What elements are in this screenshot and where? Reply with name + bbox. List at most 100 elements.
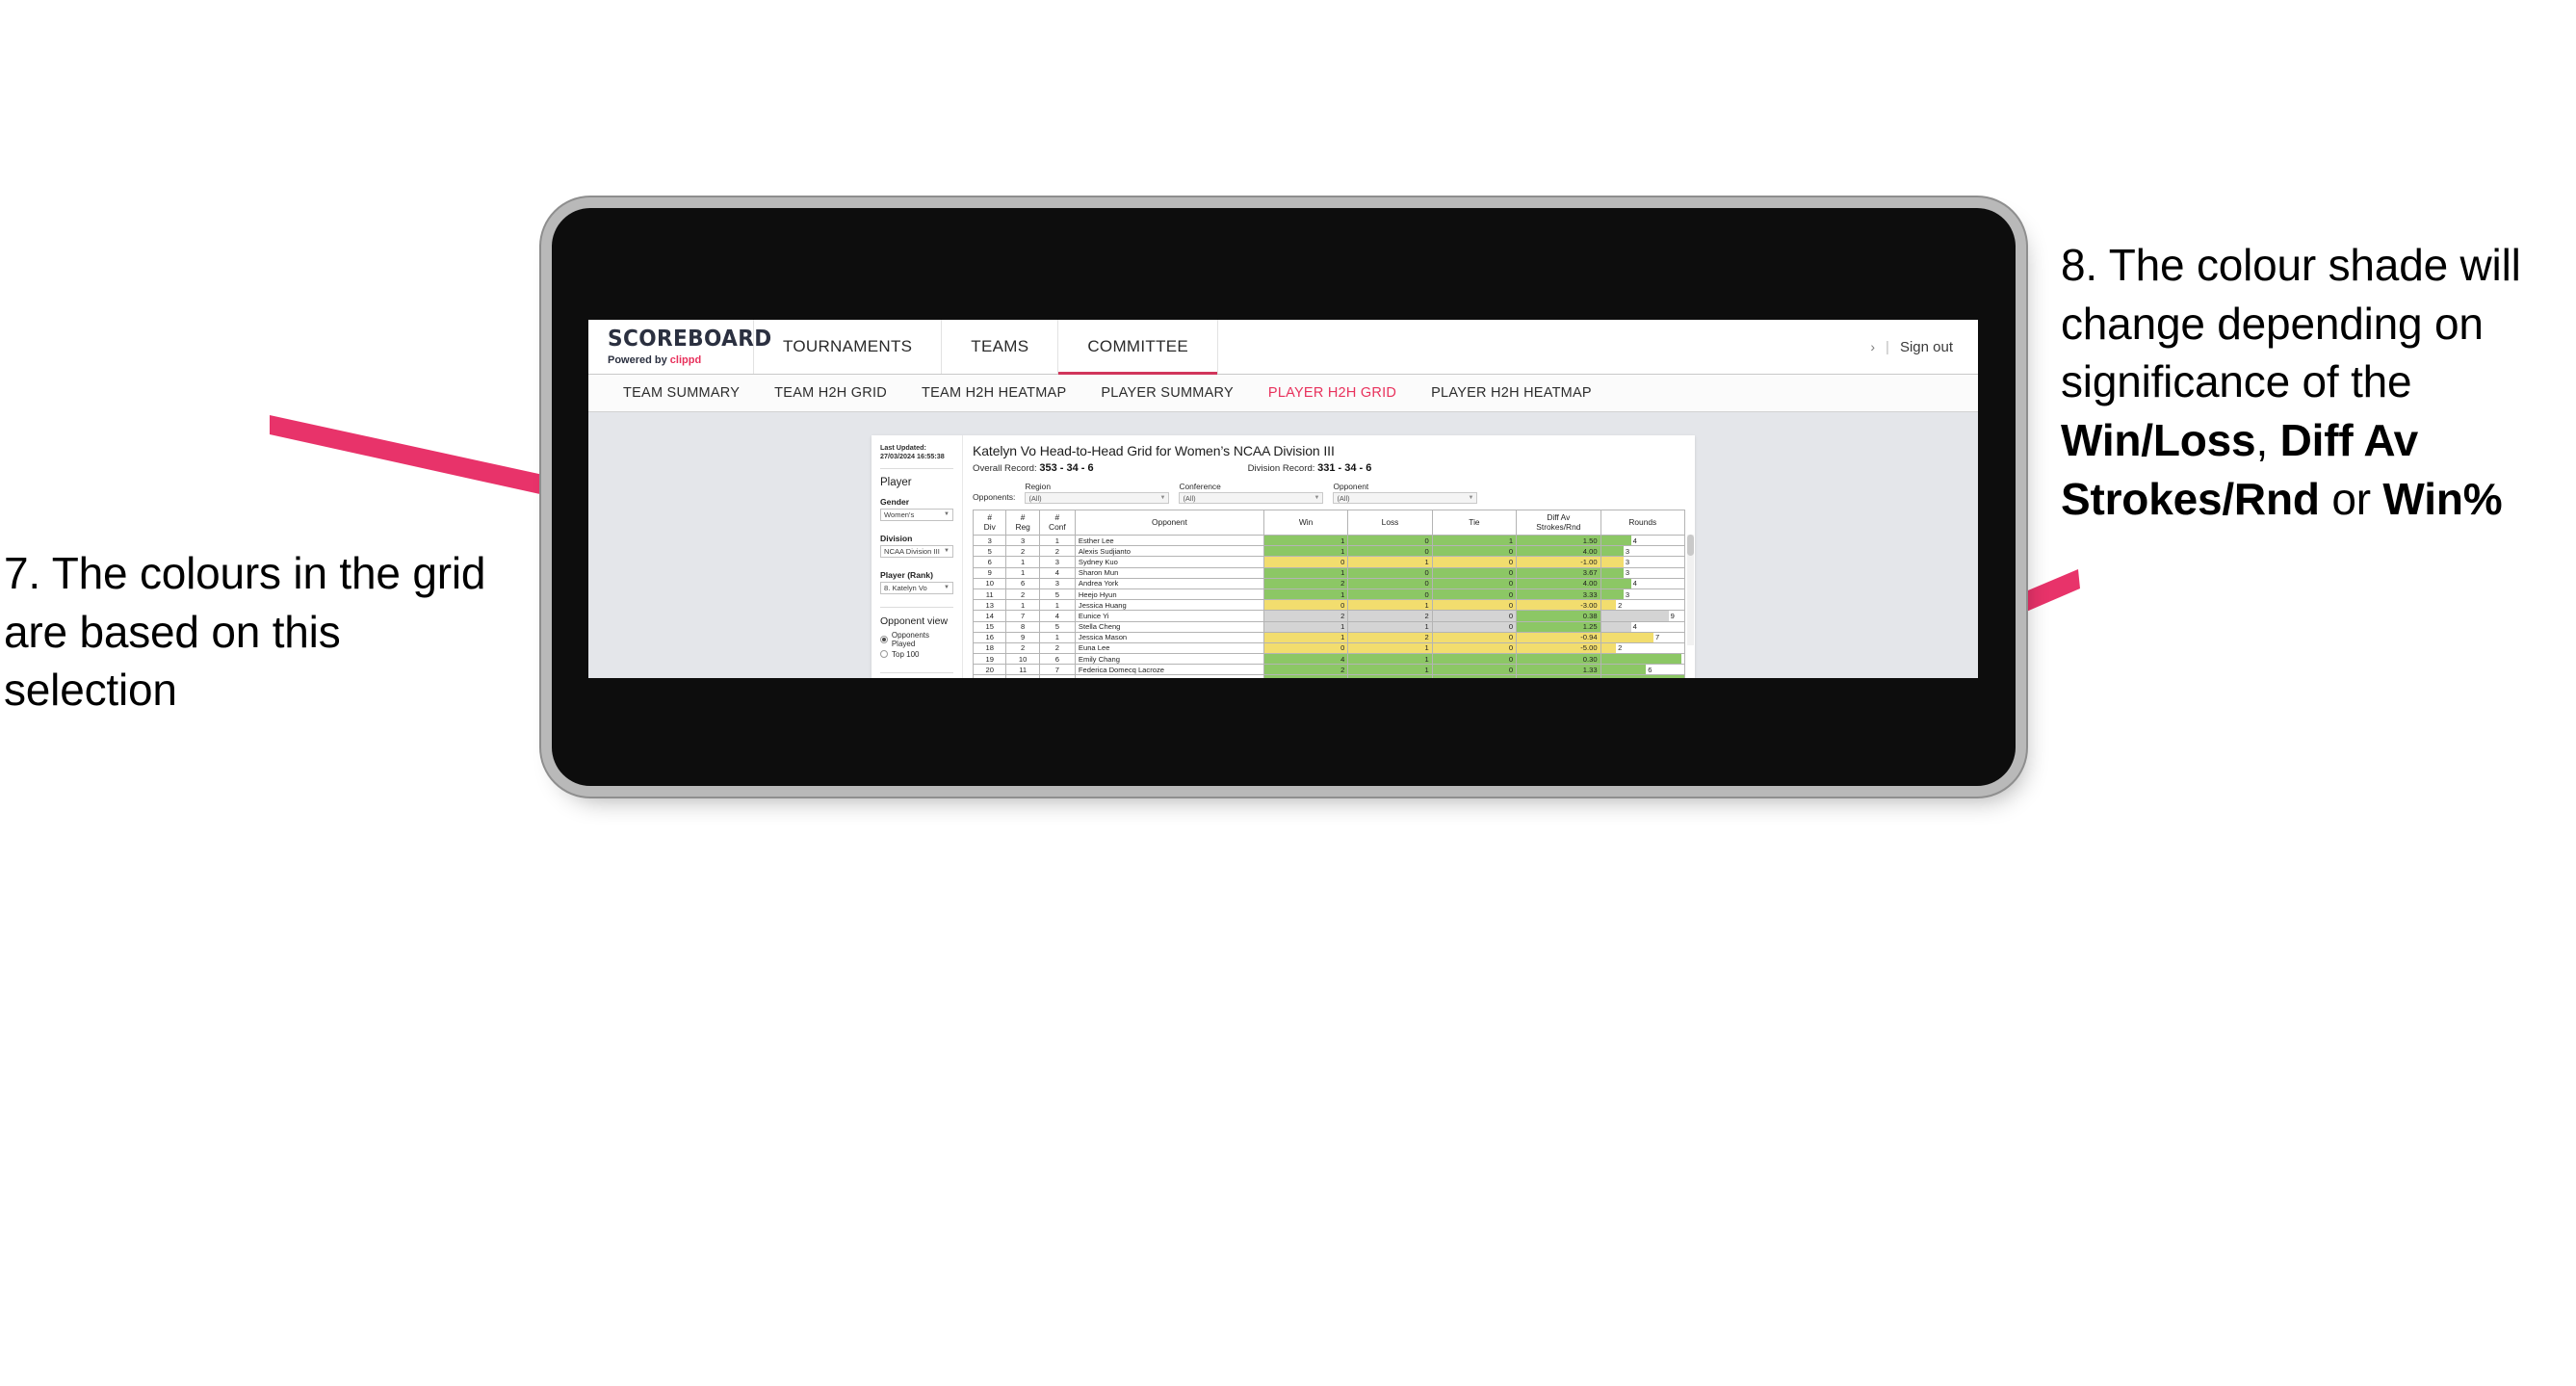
radio-top-100[interactable]: Top 100 xyxy=(880,650,953,659)
table-row[interactable]: 15 8 5 Stella Cheng 1 1 0 1.25 4 xyxy=(972,620,1686,633)
table-row[interactable]: 9 1 4 Sharon Mun 1 0 0 3.67 3 xyxy=(972,566,1686,579)
col-rounds[interactable]: Rounds xyxy=(1600,510,1686,536)
table-row[interactable]: 5 2 2 Alexis Sudjianto 1 0 0 4.00 3 xyxy=(972,545,1686,558)
chevron-down-icon: ▼ xyxy=(1314,495,1320,501)
cell-tie: 0 xyxy=(1431,588,1518,601)
brand-subtitle: Powered by clippd xyxy=(608,354,753,366)
cell-conf: 4 xyxy=(1038,566,1076,579)
division-select[interactable]: NCAA Division III ▼ xyxy=(880,544,953,558)
cell-conf: 4 xyxy=(1038,610,1076,622)
cell-div: 11 xyxy=(972,588,1007,601)
tab-player-h2h-heatmap[interactable]: PLAYER H2H HEATMAP xyxy=(1414,385,1609,401)
cell-win: 1 xyxy=(1262,588,1349,601)
col-loss[interactable]: Loss xyxy=(1347,510,1433,536)
player-rank-filter-group: Player (Rank) 8. Katelyn Vo ▼ xyxy=(880,570,953,594)
cell-tie: 0 xyxy=(1431,641,1518,655)
cell-loss: 0 xyxy=(1347,577,1433,589)
cell-conf: 1 xyxy=(1038,534,1076,547)
cell-opponent: Stella Cheng xyxy=(1074,620,1264,633)
table-row[interactable]: 3 3 1 Esther Lee 1 0 1 1.50 4 xyxy=(972,534,1686,547)
opponent-select[interactable]: (All) ▼ xyxy=(1333,492,1478,504)
col-conf[interactable]: # Conf xyxy=(1038,510,1076,536)
cell-win: 0 xyxy=(1262,556,1349,568)
cell-reg: 10 xyxy=(1005,653,1040,666)
table-row[interactable]: 14 7 4 Eunice Yi 2 2 0 0.38 9 xyxy=(972,610,1686,622)
chevron-down-icon: ▼ xyxy=(1468,495,1474,501)
cell-loss: 1 xyxy=(1347,641,1433,655)
chevron-down-icon: ▼ xyxy=(944,548,950,555)
annotation-8-bold-winpct: Win% xyxy=(2382,473,2503,524)
table-row[interactable]: 11 2 5 Heejo Hyun 1 0 0 3.33 3 xyxy=(972,588,1686,601)
tab-team-h2h-heatmap[interactable]: TEAM H2H HEATMAP xyxy=(904,385,1083,401)
sign-out-link[interactable]: Sign out xyxy=(1900,339,1953,355)
cell-opponent: Jessica Mason xyxy=(1074,631,1264,643)
cell-opponent: Federica Domecq Lacroze xyxy=(1074,664,1264,676)
opponent-value: (All) xyxy=(1337,493,1350,503)
division-filter-group: Division NCAA Division III ▼ xyxy=(880,534,953,558)
cell-rounds: 11 xyxy=(1600,653,1686,666)
division-record-value: 331 - 34 - 6 xyxy=(1317,462,1372,474)
cell-win: 2 xyxy=(1262,577,1349,589)
grid-wrapper: # Div # Reg # Conf Opponent Win Loss Tie Di… xyxy=(972,510,1694,678)
annotation-7: 7. The colours in the grid are based on … xyxy=(4,548,486,716)
annotation-8-mid2: or xyxy=(2319,473,2383,524)
tab-player-summary[interactable]: PLAYER SUMMARY xyxy=(1083,385,1251,401)
cell-conf: 2 xyxy=(1038,545,1076,558)
brand-logo[interactable]: SCOREBOARD Powered by clippd xyxy=(588,320,771,374)
grid-scrollbar-thumb[interactable] xyxy=(1687,535,1694,556)
cell-win: 1 xyxy=(1262,534,1349,547)
cell-tie: 0 xyxy=(1431,556,1518,568)
nav-item-tournaments[interactable]: TOURNAMENTS xyxy=(754,320,943,374)
annotation-8-pre: 8. The colour shade will change dependin… xyxy=(2061,240,2521,407)
chevron-right-icon[interactable]: › xyxy=(1870,339,1875,354)
viz-container: Last Updated: 27/03/2024 16:55:38 Player… xyxy=(872,435,1695,678)
conference-label: Conference xyxy=(1179,482,1221,491)
cell-reg: 7 xyxy=(1005,610,1040,622)
cell-diff: -3.00 xyxy=(1516,599,1601,612)
cell-conf: 7 xyxy=(1038,664,1076,676)
col-win[interactable]: Win xyxy=(1262,510,1349,536)
col-reg[interactable]: # Reg xyxy=(1005,510,1040,536)
overall-record-label: Overall Record: xyxy=(973,463,1037,474)
filter-sidebar: Last Updated: 27/03/2024 16:55:38 Player… xyxy=(872,435,963,678)
table-row[interactable]: 18 2 2 Euna Lee 0 1 0 -5.00 2 xyxy=(972,641,1686,655)
sidebar-divider-1 xyxy=(880,467,953,469)
cell-conf: 3 xyxy=(1038,556,1076,568)
tab-team-h2h-grid[interactable]: TEAM H2H GRID xyxy=(757,385,904,401)
cell-diff: 3.33 xyxy=(1516,588,1601,601)
table-row[interactable]: 13 1 1 Jessica Huang 0 1 0 -3.00 2 xyxy=(972,599,1686,612)
grid-body: 3 3 1 Esther Lee 1 0 1 1.50 4 5 2 2 Alexis Sudjianto… xyxy=(972,534,1686,678)
col-opponent[interactable]: Opponent xyxy=(1074,510,1264,536)
tab-player-h2h-grid[interactable]: PLAYER H2H GRID xyxy=(1251,385,1414,401)
player-rank-select[interactable]: 8. Katelyn Vo ▼ xyxy=(880,581,953,594)
col-div[interactable]: # Div xyxy=(972,510,1007,536)
col-diff[interactable]: Diff Av Strokes/Rnd xyxy=(1516,510,1601,536)
table-row[interactable]: 10 6 3 Andrea York 2 0 0 4.00 4 xyxy=(972,577,1686,589)
cell-rounds: 3 xyxy=(1600,588,1686,601)
table-row[interactable]: 20 11 7 Federica Domecq Lacroze 2 1 0 1.33 6 xyxy=(972,664,1686,676)
player-heading: Player xyxy=(880,476,912,488)
nav-item-committee[interactable]: COMMITTEE xyxy=(1058,320,1219,375)
cell-diff: 1.33 xyxy=(1516,664,1601,676)
region-select[interactable]: (All) ▼ xyxy=(1025,492,1170,504)
table-row[interactable]: 6 1 3 Sydney Kuo 0 1 0 -1.00 3 xyxy=(972,556,1686,568)
cell-reg: 2 xyxy=(1005,545,1040,558)
cell-conf: 6 xyxy=(1038,653,1076,666)
cell-loss: 0 xyxy=(1347,588,1433,601)
division-value: NCAA Division III xyxy=(884,546,940,556)
tab-team-summary[interactable]: TEAM SUMMARY xyxy=(606,385,757,401)
cell-opponent: Heejo Hyun xyxy=(1074,588,1264,601)
nav-item-teams[interactable]: TEAMS xyxy=(942,320,1059,374)
table-row[interactable]: 16 9 1 Jessica Mason 1 2 0 -0.94 7 xyxy=(972,631,1686,643)
region-value: (All) xyxy=(1028,493,1042,503)
col-tie[interactable]: Tie xyxy=(1431,510,1518,536)
radio-opponents-played[interactable]: Opponents Played xyxy=(880,631,953,648)
cell-win: 1 xyxy=(1262,566,1349,579)
conference-select[interactable]: (All) ▼ xyxy=(1179,492,1324,504)
gender-value: Women's xyxy=(884,510,915,519)
cell-conf: 1 xyxy=(1038,631,1076,643)
cell-opponent: Esther Lee xyxy=(1074,534,1264,547)
gender-select[interactable]: Women's ▼ xyxy=(880,508,953,521)
chevron-down-icon: ▼ xyxy=(944,585,950,591)
table-row[interactable]: 19106Emily Chang4100.3011 xyxy=(972,653,1686,666)
